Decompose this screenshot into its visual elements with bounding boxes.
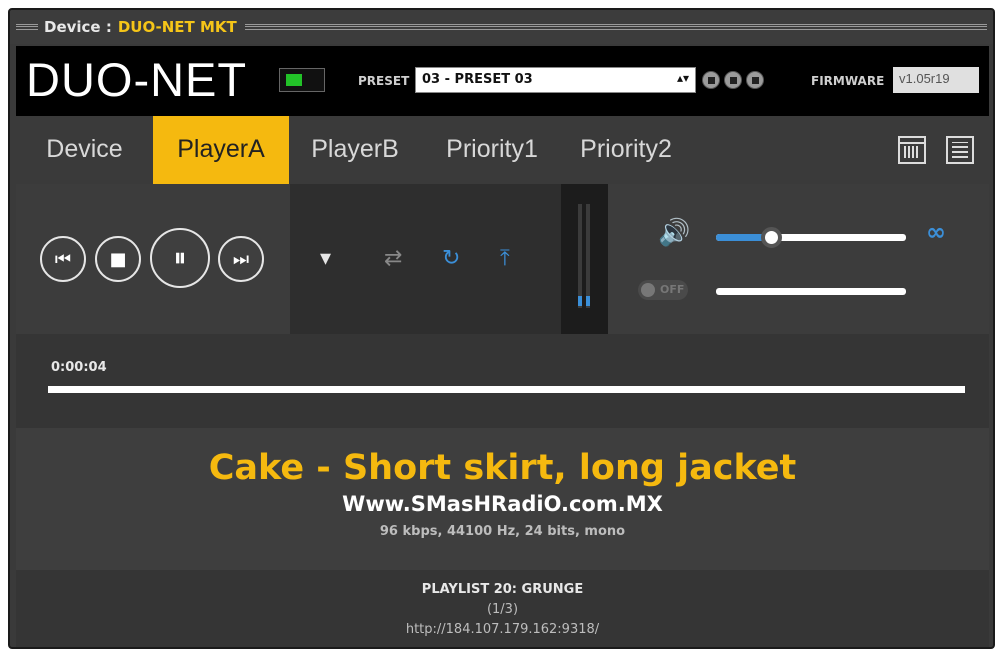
station-name: Www.SMasHRadiO.com.MX [342,492,663,516]
copy-preset-icon[interactable] [724,71,742,89]
previous-track-button[interactable]: ⏮ [40,236,86,282]
preset-label: PRESET [358,74,410,88]
player-controls: ⏮ ■ ⏸ ⏭ ▾ ⇄ ↻ ⤒ 🔊 ∞ OFF [16,184,989,334]
vu-level-right [586,296,590,306]
off-toggle[interactable]: OFF [638,280,688,300]
dropdown-icon[interactable]: ▾ [320,246,331,271]
track-title: Cake - Short skirt, long jacket [208,448,797,488]
tab-priority1[interactable]: Priority1 [429,116,555,184]
vu-meter [561,184,608,334]
elapsed-time: 0:00:04 [51,360,107,375]
monitor-icon[interactable] [279,68,325,92]
tab-device[interactable]: Device [16,116,153,184]
shuffle-icon[interactable]: ⇄ [384,246,402,271]
crossfade-icon[interactable]: ⤒ [500,246,510,271]
device-label: Device : [44,18,112,36]
progress-bar[interactable] [48,386,965,393]
calendar-icon[interactable] [898,136,926,164]
app-logo: DUO-NET [26,53,248,106]
firmware-label: FIRMWARE [811,74,885,88]
tab-player-b[interactable]: PlayerB [296,116,414,184]
volume-slider[interactable] [716,227,906,248]
select-arrows-icon: ▴▾ [676,71,689,85]
list-icon[interactable] [946,136,974,164]
speaker-icon[interactable]: 🔊 [658,218,690,248]
now-playing: Cake - Short skirt, long jacket Www.SMas… [16,428,989,570]
titlebar-grip [16,24,38,30]
tab-priority2[interactable]: Priority2 [563,116,689,184]
window-titlebar[interactable]: Device : DUO-NET MKT [10,10,993,44]
device-name: DUO-NET MKT [117,18,237,36]
titlebar-grip-long [244,24,988,30]
device-window: Device : DUO-NET MKT DUO-NET PRESET 03 -… [8,8,995,649]
preset-select[interactable]: 03 - PRESET 03 ▴▾ [415,67,696,93]
vu-level-left [578,296,582,306]
tab-player-a[interactable]: PlayerA [153,116,289,184]
volume-knob[interactable] [761,227,783,248]
pause-button[interactable]: ⏸ [150,228,210,288]
progress-section: 0:00:04 [16,334,989,428]
save-preset-icon[interactable] [702,71,720,89]
stream-info: 96 kbps, 44100 Hz, 24 bits, mono [379,524,626,539]
firmware-version: v1.05r19 [893,67,979,93]
preset-value: 03 - PRESET 03 [422,72,533,87]
playback-modes: ▾ ⇄ ↻ ⤒ [290,184,561,334]
header-bar: DUO-NET PRESET 03 - PRESET 03 ▴▾ FIRMWAR… [16,46,989,116]
secondary-slider[interactable] [716,288,906,295]
next-track-button[interactable]: ⏭ [218,236,264,282]
playlist-counter: (1/3) [486,602,519,617]
link-icon[interactable]: ∞ [926,218,946,246]
stop-button[interactable]: ■ [95,236,141,282]
repeat-icon[interactable]: ↻ [442,246,460,271]
tab-bar: Device PlayerA PlayerB Priority1 Priorit… [16,116,989,184]
playlist-info: PLAYLIST 20: GRUNGE (1/3) http://184.107… [16,570,989,647]
paste-preset-icon[interactable] [746,71,764,89]
playlist-url: http://184.107.179.162:9318/ [405,622,600,637]
playlist-name: PLAYLIST 20: GRUNGE [421,582,584,597]
